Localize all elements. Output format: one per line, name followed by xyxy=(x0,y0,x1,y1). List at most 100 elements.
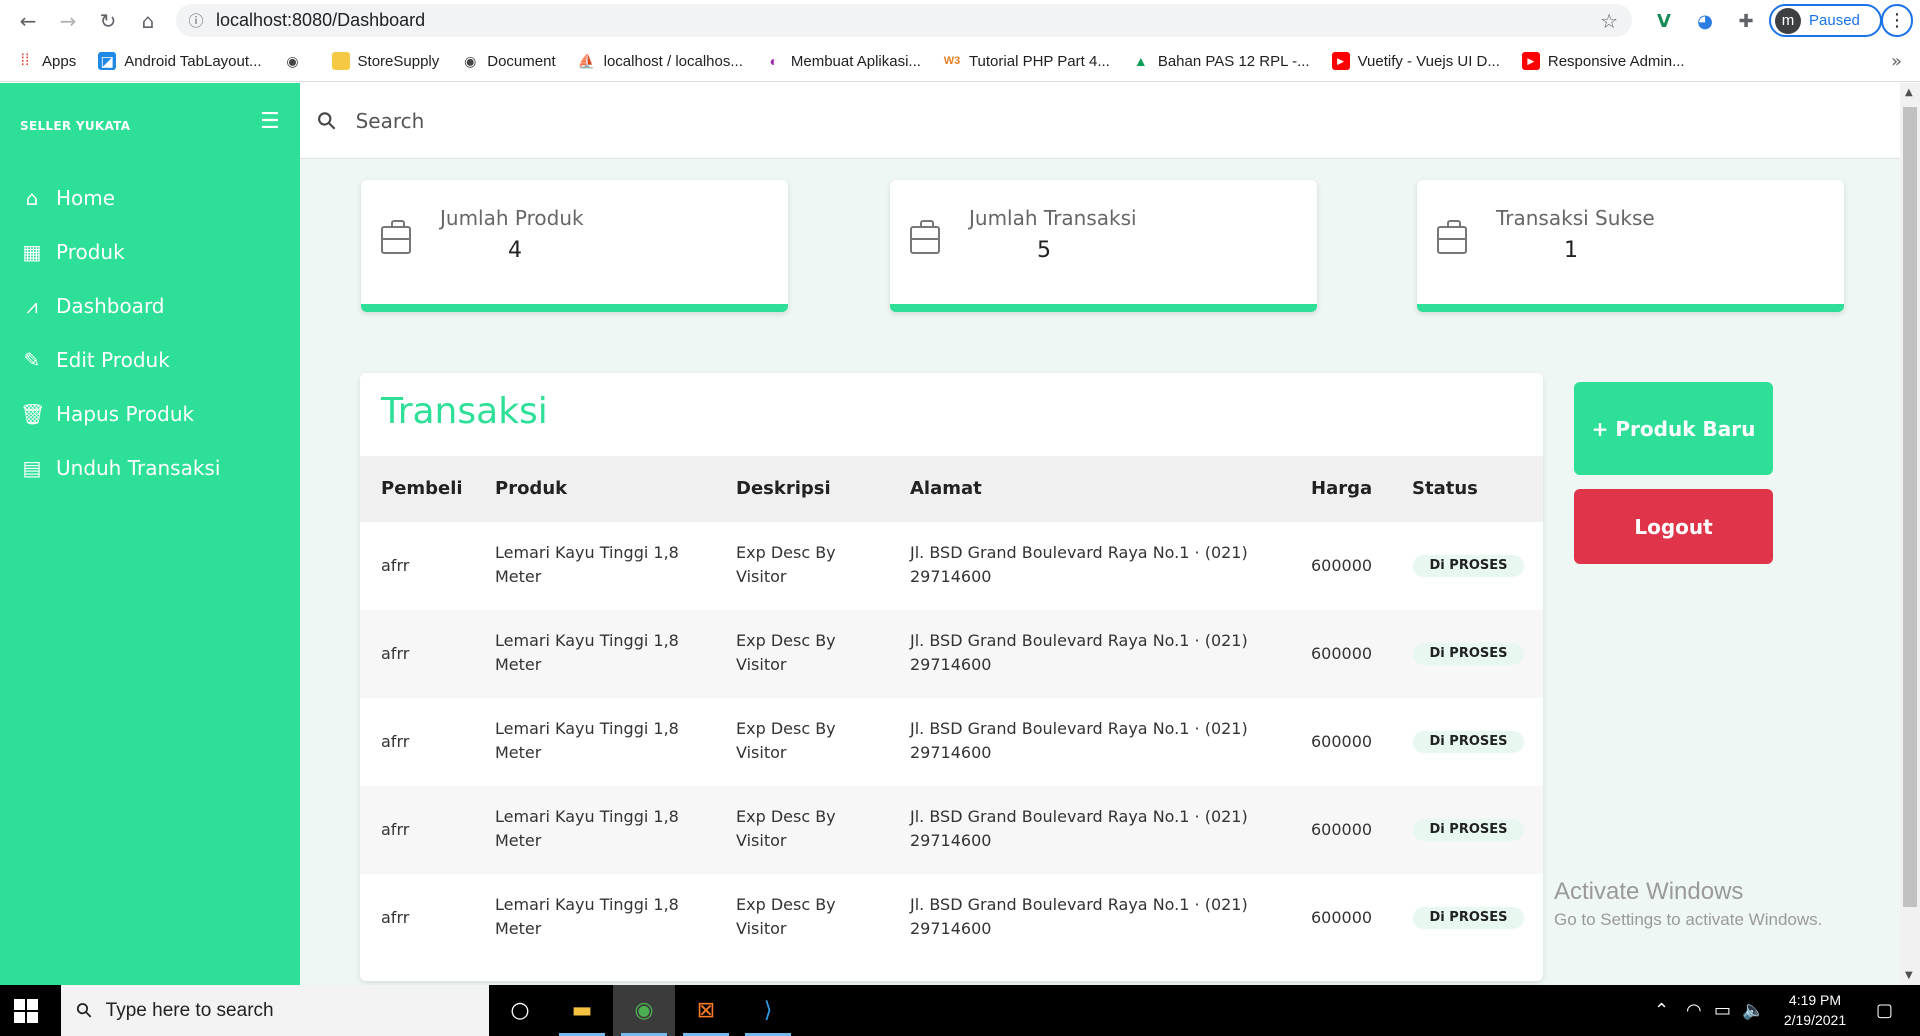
bookmark-storesupply[interactable]: StoreSupply xyxy=(331,52,439,70)
column-header: Produk xyxy=(495,478,568,499)
status-badge: Di PROSES xyxy=(1413,731,1524,753)
stat-title: Jumlah Produk xyxy=(440,206,584,230)
search-input[interactable] xyxy=(355,108,956,133)
home-icon[interactable]: ⌂ xyxy=(128,0,168,41)
bookmark-bahan-pas[interactable]: ▲ Bahan PAS 12 RPL -... xyxy=(1132,52,1310,70)
scrollbar-thumb[interactable] xyxy=(1903,107,1917,907)
wifi-icon[interactable]: ◠ xyxy=(1686,1000,1702,1021)
bookmark-apps[interactable]: ⁞⁞ Apps xyxy=(16,52,77,70)
sidebar: SELLER YUKATA ☰ ⌂ Home ▦ Produk ⩘ Dashboard… xyxy=(0,83,300,985)
bookmark-android-tablayout[interactable]: ◪ Android TabLayout... xyxy=(98,52,262,70)
sidebar-item-edit-produk[interactable]: ✎ Edit Produk xyxy=(0,333,300,387)
search-bar: ⚲ xyxy=(300,83,1900,159)
new-product-button[interactable]: + Produk Baru xyxy=(1574,382,1773,475)
cell-alamat: Jl. BSD Grand Boulevard Raya No.1 · (021… xyxy=(910,543,1248,586)
android-icon: ◪ xyxy=(98,52,117,70)
bookmark-document[interactable]: ◉ Document xyxy=(461,52,555,70)
bookmark-globe[interactable]: ◉ xyxy=(284,52,310,70)
column-header: Harga xyxy=(1311,478,1373,499)
sidebar-item-dashboard[interactable]: ⩘ Dashboard xyxy=(0,279,300,333)
status-badge: Di PROSES xyxy=(1413,907,1524,929)
stat-title: Transaksi Sukse xyxy=(1496,206,1655,230)
site-icon: W3 xyxy=(943,55,961,67)
column-header: Alamat xyxy=(910,478,982,499)
more-bookmarks-icon[interactable]: » xyxy=(1891,51,1902,72)
stat-card-transaksi-sukses: Transaksi Sukse 1 xyxy=(1417,180,1844,312)
cortana-icon[interactable]: ○ xyxy=(489,985,551,1036)
bookmark-membuat-aplikasi[interactable]: ◐ Membuat Aplikasi... xyxy=(765,52,921,70)
sidebar-item-produk[interactable]: ▦ Produk xyxy=(0,225,300,279)
cell-deskripsi: Exp Desc By Visitor xyxy=(736,895,836,938)
globe-extension-icon[interactable]: ◕ xyxy=(1692,8,1718,34)
cell-harga: 600000 xyxy=(1311,556,1373,575)
scroll-up-icon[interactable]: ▲ xyxy=(1905,87,1913,98)
address-bar[interactable]: ⓘ localhost:8080/Dashboard ☆ xyxy=(176,4,1632,37)
excel-file-icon: ▤ xyxy=(22,456,42,480)
status-badge: Di PROSES xyxy=(1413,819,1524,841)
briefcase-icon xyxy=(1437,220,1467,254)
globe-icon: ◉ xyxy=(286,52,299,69)
activate-windows-watermark: Activate Windows Go to Settings to activ… xyxy=(1554,878,1823,929)
bookmark-vuetify[interactable]: ▶ Vuetify - Vuejs UI D... xyxy=(1331,52,1500,70)
folder-icon xyxy=(331,52,350,70)
table-header: Pembeli Produk Deskripsi Alamat Harga St… xyxy=(360,456,1543,522)
cell-alamat: Jl. BSD Grand Boulevard Raya No.1 · (021… xyxy=(910,807,1248,850)
table-icon: ▦ xyxy=(22,240,42,264)
file-explorer-icon[interactable]: ▬ xyxy=(551,985,613,1036)
chart-line-icon: ⩘ xyxy=(26,294,38,318)
cell-produk: Lemari Kayu Tinggi 1,8 Meter xyxy=(495,543,679,586)
cell-harga: 600000 xyxy=(1311,644,1373,663)
brand-title: SELLER YUKATA xyxy=(20,119,131,133)
trash-icon: 🗑 xyxy=(20,402,46,426)
chevron-up-icon[interactable]: ⌃ xyxy=(1654,1000,1669,1021)
logout-button[interactable]: Logout xyxy=(1574,489,1773,564)
profile-button[interactable]: m Paused xyxy=(1769,4,1882,37)
bookmark-tutorial-php[interactable]: W3 Tutorial PHP Part 4... xyxy=(943,52,1110,70)
search-icon: ⚲ xyxy=(71,997,98,1024)
apps-grid-icon: ⁞⁞ xyxy=(20,52,30,69)
column-header: Deskripsi xyxy=(736,478,831,499)
chrome-icon[interactable]: ◉ xyxy=(613,985,675,1036)
bookmark-star-icon[interactable]: ☆ xyxy=(1600,9,1618,33)
menu-toggle-icon[interactable]: ☰ xyxy=(260,109,280,134)
taskbar-clock[interactable]: 4:19 PM 2/19/2021 xyxy=(1765,990,1865,1030)
drive-icon: ▲ xyxy=(1133,53,1148,69)
cell-harga: 600000 xyxy=(1311,908,1373,927)
sidebar-item-unduh-transaksi[interactable]: ▤ Unduh Transaksi xyxy=(0,441,300,495)
stat-card-jumlah-transaksi: Jumlah Transaksi 5 xyxy=(890,180,1317,312)
xampp-icon[interactable]: ⊠ xyxy=(675,985,737,1036)
site-info-icon[interactable]: ⓘ xyxy=(176,10,216,31)
reload-icon[interactable]: ↻ xyxy=(88,0,128,41)
search-icon: ⚲ xyxy=(310,104,343,137)
extensions-puzzle-icon[interactable]: ✚ xyxy=(1733,8,1759,34)
table-row: afrr Lemari Kayu Tinggi 1,8 Meter Exp Des… xyxy=(360,786,1543,874)
bookmark-responsive-admin[interactable]: ▶ Responsive Admin... xyxy=(1521,52,1685,70)
forward-arrow-icon[interactable]: → xyxy=(48,0,88,41)
browser-menu-icon[interactable]: ⋮ xyxy=(1881,4,1913,37)
taskbar-search[interactable]: ⚲ Type here to search xyxy=(61,985,489,1036)
page-scrollbar[interactable]: ▲ ▼ xyxy=(1900,83,1920,985)
edit-icon: ✎ xyxy=(23,348,41,372)
transactions-card: Transaksi Pembeli Produk Deskripsi Alama… xyxy=(360,373,1543,981)
notifications-icon[interactable]: ▢ xyxy=(1876,1000,1893,1021)
sidebar-item-home[interactable]: ⌂ Home xyxy=(0,171,300,225)
cell-deskripsi: Exp Desc By Visitor xyxy=(736,719,836,762)
vue-devtools-icon[interactable]: V xyxy=(1651,8,1677,34)
cell-pembeli: afrr xyxy=(381,908,410,927)
scroll-down-icon[interactable]: ▼ xyxy=(1905,970,1913,981)
briefcase-icon xyxy=(910,220,940,254)
cell-harga: 600000 xyxy=(1311,732,1373,751)
back-arrow-icon[interactable]: ← xyxy=(8,0,48,41)
volume-icon[interactable]: 🔈 xyxy=(1742,1000,1764,1021)
windows-start-icon[interactable] xyxy=(14,999,38,1023)
cell-pembeli: afrr xyxy=(381,820,410,839)
transactions-title: Transaksi xyxy=(381,391,548,432)
sidebar-nav: ⌂ Home ▦ Produk ⩘ Dashboard ✎ Edit Produk 🗑 H… xyxy=(0,171,300,495)
sidebar-item-hapus-produk[interactable]: 🗑 Hapus Produk xyxy=(0,387,300,441)
url-text: localhost:8080/Dashboard xyxy=(216,10,426,30)
dashboard-page: SELLER YUKATA ☰ ⌂ Home ▦ Produk ⩘ Dashboard… xyxy=(0,83,1920,985)
briefcase-icon xyxy=(381,220,411,254)
vscode-icon[interactable]: ⟩ xyxy=(737,985,799,1036)
battery-icon[interactable]: ▭ xyxy=(1714,1000,1731,1021)
bookmark-phpmyadmin[interactable]: ⛵ localhost / localhos... xyxy=(578,52,743,70)
